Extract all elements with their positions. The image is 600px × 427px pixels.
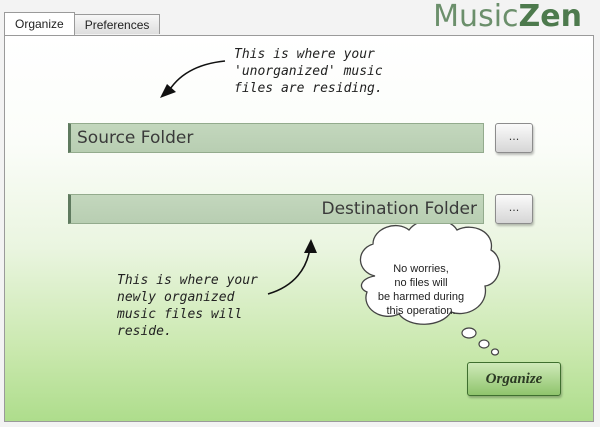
tab-bar: Organize Preferences	[4, 12, 161, 36]
reassurance-text: No worries, no files will be harmed duri…	[361, 262, 481, 318]
reassurance-line: no files will	[394, 277, 448, 289]
source-note-line: files are residing.	[234, 81, 383, 96]
logo-zen: Zen	[518, 0, 582, 34]
destination-note-line: music files will	[117, 307, 243, 322]
reassurance-line: this operation.	[386, 305, 456, 317]
destination-browse-button[interactable]: ...	[495, 194, 533, 224]
source-note-line: 'unorganized' music	[234, 64, 383, 79]
reassurance-line: No worries,	[393, 263, 449, 275]
tab-preferences[interactable]: Preferences	[73, 14, 161, 34]
source-folder-field[interactable]: Source Folder	[68, 123, 484, 153]
destination-note-line: reside.	[117, 324, 172, 339]
logo-music: Music	[433, 0, 519, 34]
destination-folder-field[interactable]: Destination Folder	[68, 194, 484, 224]
organize-panel: This is where your 'unorganized' music f…	[4, 35, 594, 422]
source-arrow-icon	[160, 60, 226, 98]
reassurance-line: be harmed during	[377, 291, 465, 303]
tab-organize[interactable]: Organize	[4, 12, 75, 35]
destination-note-line: newly organized	[117, 290, 235, 305]
destination-note-line: This is where your	[117, 273, 258, 288]
source-note-line: This is where your	[234, 47, 375, 62]
app-logo: MusicZen	[433, 0, 582, 34]
source-note: This is where your 'unorganized' music f…	[234, 46, 409, 97]
organize-button[interactable]: Organize	[467, 362, 561, 396]
destination-note: This is where your newly organized music…	[117, 272, 292, 340]
source-browse-button[interactable]: ...	[495, 123, 533, 153]
